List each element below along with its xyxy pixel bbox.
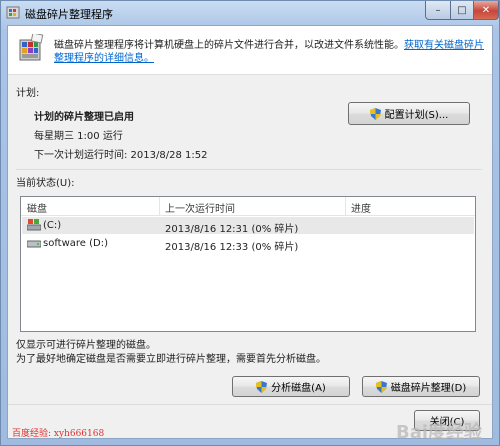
disk-last-run: 2013/8/16 12:33 (0% 碎片) [165,242,299,253]
defrag-large-icon [19,34,44,61]
footer-note-2: 为了最好地确定磁盘是否需要立即进行碎片整理，需要首先分析磁盘。 [16,354,326,365]
column-header-last-run[interactable]: 上一次运行时间 [165,200,235,215]
current-status-label: 当前状态(U): [16,178,75,189]
configure-schedule-button[interactable]: 配置计划(S)... [348,102,470,125]
footer-divider [8,404,492,405]
header-panel: 磁盘碎片整理程序将计算机硬盘上的碎片文件进行合并，以改进文件系统性能。获取有关磁… [8,26,492,75]
uac-shield-icon [375,380,387,393]
analyze-disk-label: 分析磁盘(A) [271,383,326,394]
configure-schedule-label: 配置计划(S)... [384,110,449,121]
schedule-section-label: 计划: [16,88,40,99]
analyze-disk-button[interactable]: 分析磁盘(A) [232,376,350,397]
uac-shield-icon [256,380,268,393]
disk-row-d[interactable]: software (D:) 2013/8/16 12:33 (0% 碎片) [22,235,474,253]
header-description: 磁盘碎片整理程序将计算机硬盘上的碎片文件进行合并，以改进文件系统性能。获取有关磁… [54,39,484,65]
disk-last-run: 2013/8/16 12:31 (0% 碎片) [165,224,299,235]
baidu-watermark-logo: Bai度经验 [396,422,483,443]
os-drive-icon [27,219,41,231]
uac-shield-icon [369,107,381,120]
close-window-button[interactable]: ✕ [473,1,499,20]
defragment-disk-button[interactable]: 磁盘碎片整理(D) [362,376,480,397]
title-bar[interactable]: 磁盘碎片整理程序 – □ ✕ [1,1,499,23]
disk-list[interactable]: 磁盘 上一次运行时间 进度 (C:) 2013/8/16 12:31 (0% 碎… [20,196,476,332]
window-title: 磁盘碎片整理程序 [25,8,113,21]
column-header-progress[interactable]: 进度 [351,200,371,215]
schedule-status: 计划的碎片整理已启用 [34,112,134,123]
app-window: 磁盘碎片整理程序 – □ ✕ 磁盘碎片整理程序将计算机硬盘上的碎片文件进行合并，… [0,0,500,446]
section-divider [16,169,482,170]
schedule-frequency: 每星期三 1:00 运行 [34,131,123,142]
disk-name: software (D:) [43,238,108,249]
schedule-next-run: 下一次计划运行时间: 2013/8/28 1:52 [34,150,208,161]
disk-name: (C:) [43,220,62,231]
column-header-disk[interactable]: 磁盘 [27,200,47,215]
defrag-app-icon [6,6,20,19]
watermark-text: 百度经验: xyh666168 [12,429,105,439]
client-area: 磁盘碎片整理程序将计算机硬盘上的碎片文件进行合并，以改进文件系统性能。获取有关磁… [7,25,493,443]
disk-list-header: 磁盘 上一次运行时间 进度 [21,197,475,216]
hard-drive-icon [27,240,41,248]
maximize-button[interactable]: □ [450,1,474,20]
column-separator [345,197,346,215]
disk-row-c[interactable]: (C:) 2013/8/16 12:31 (0% 碎片) [22,217,474,235]
description-text: 磁盘碎片整理程序将计算机硬盘上的碎片文件进行合并，以改进文件系统性能。 [54,40,404,51]
minimize-button[interactable]: – [425,1,451,20]
column-separator [159,197,160,215]
defragment-disk-label: 磁盘碎片整理(D) [390,383,467,394]
footer-note-1: 仅显示可进行碎片整理的磁盘。 [16,340,156,351]
